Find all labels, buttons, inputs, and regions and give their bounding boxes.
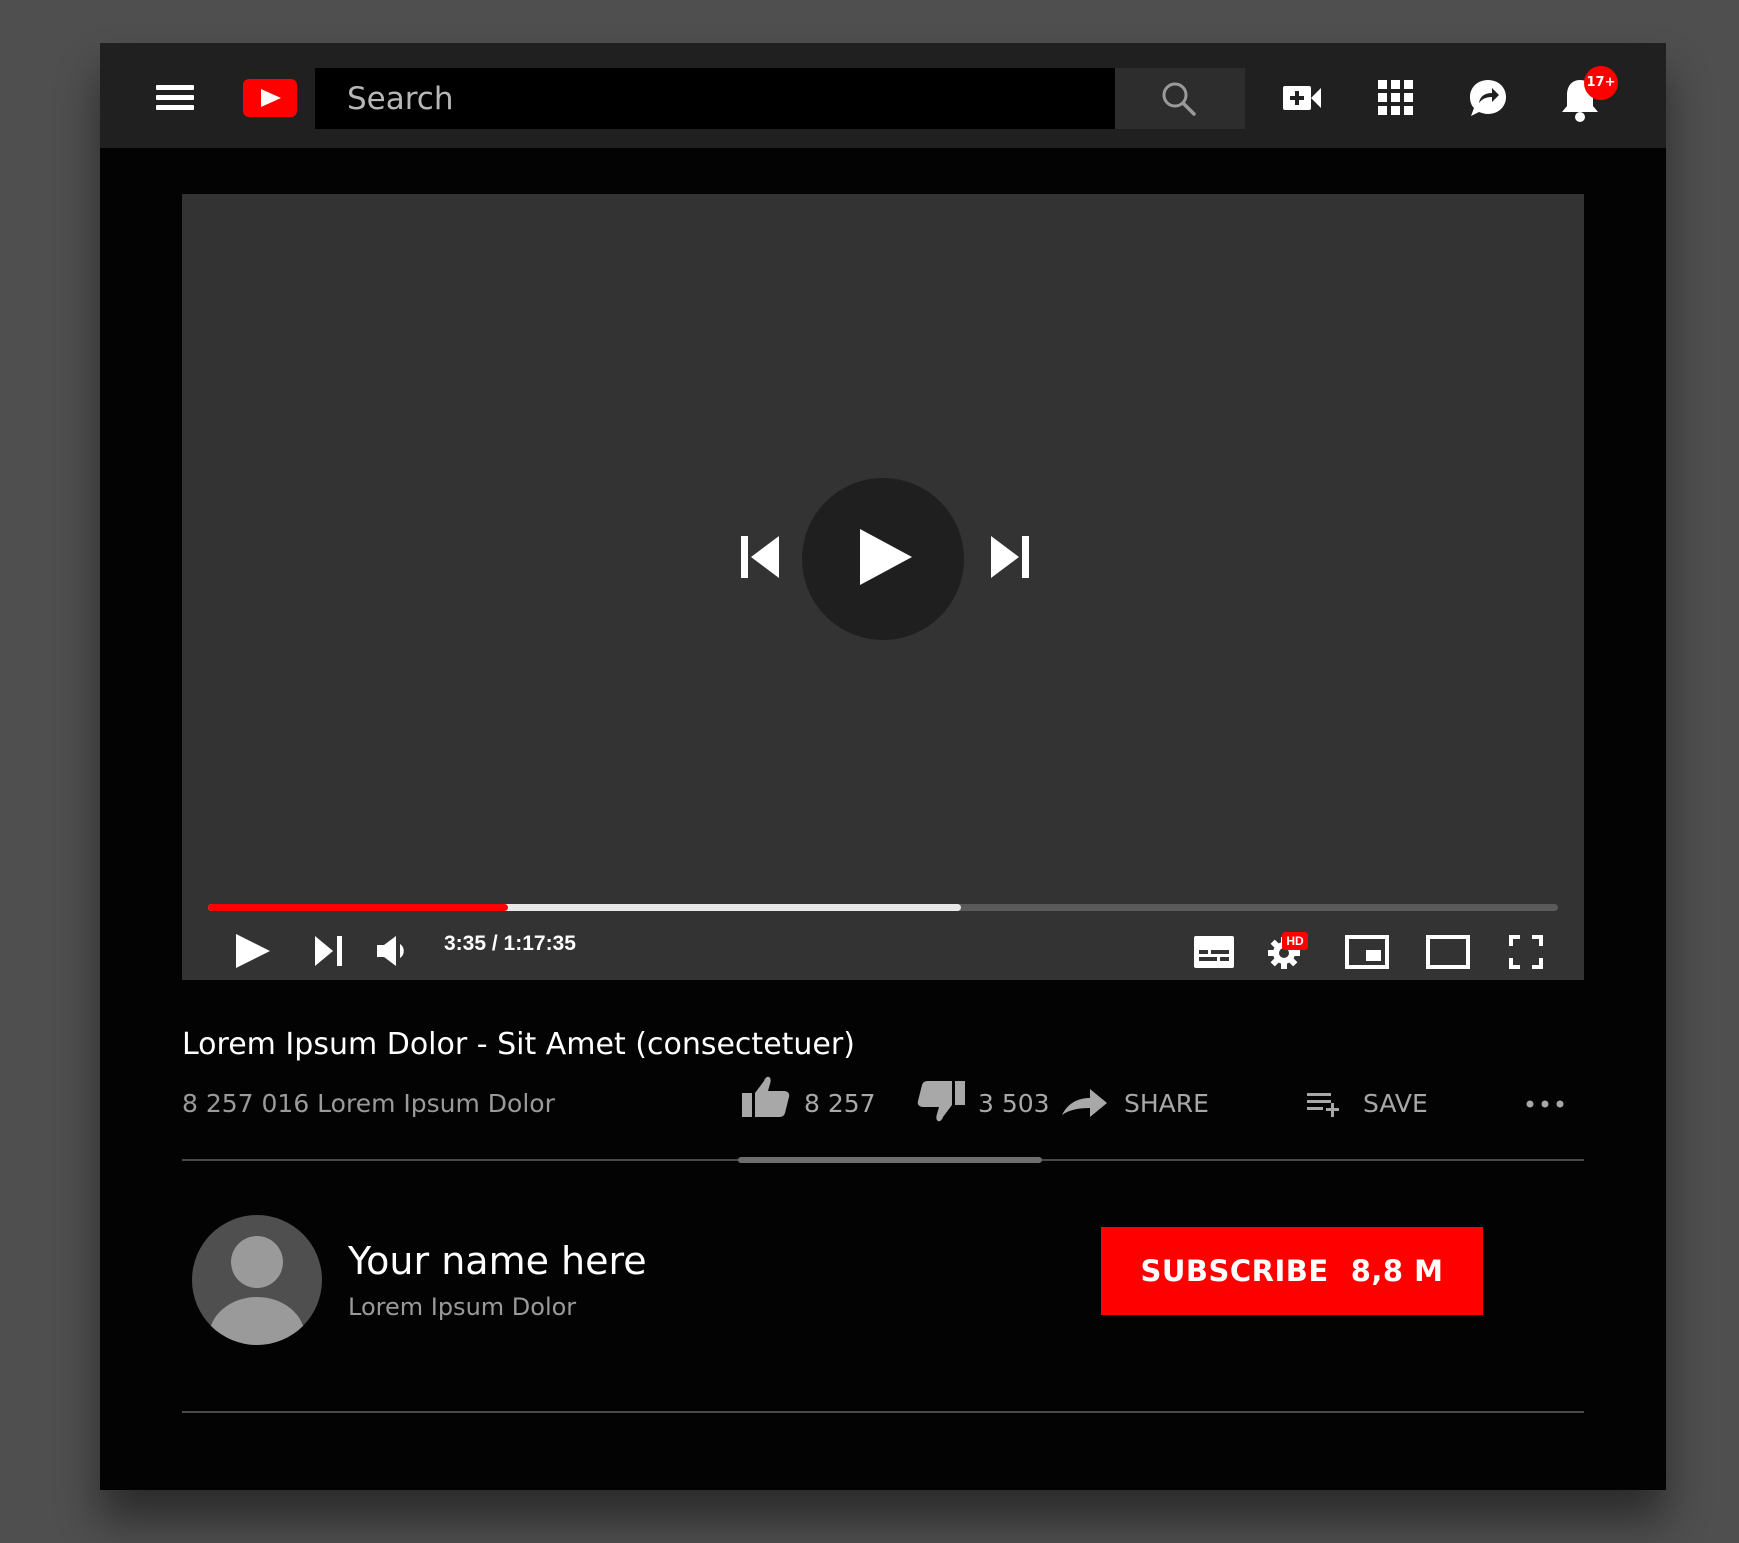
next-video-icon[interactable] xyxy=(987,534,1031,584)
volume-button[interactable] xyxy=(377,936,413,970)
save-label: SAVE xyxy=(1363,1089,1428,1118)
fullscreen-button[interactable] xyxy=(1509,935,1543,973)
more-actions-button[interactable] xyxy=(1525,1075,1571,1125)
save-button[interactable]: SAVE xyxy=(1307,1075,1437,1125)
play-button[interactable] xyxy=(236,934,270,972)
avatar[interactable] xyxy=(192,1215,322,1345)
previous-video-icon[interactable] xyxy=(739,534,783,584)
miniplayer-button[interactable] xyxy=(1345,935,1389,973)
subtitles-button[interactable] xyxy=(1194,936,1234,972)
playlist-add-icon xyxy=(1307,1093,1339,1117)
divider-highlight xyxy=(738,1157,1042,1163)
app-window: 17+ xyxy=(100,43,1666,1490)
search-button[interactable] xyxy=(1115,68,1245,129)
apps-grid-icon[interactable] xyxy=(1374,76,1418,120)
theater-mode-icon xyxy=(1426,935,1470,969)
search-icon xyxy=(1162,82,1196,116)
messages-icon[interactable] xyxy=(1466,76,1510,120)
channel-subtitle: Lorem Ipsum Dolor xyxy=(348,1293,577,1321)
share-button[interactable]: SHARE xyxy=(1062,1075,1222,1125)
skip-next-icon xyxy=(315,936,342,966)
subscribe-label: SUBSCRIBE xyxy=(1140,1254,1329,1288)
subtitles-icon xyxy=(1194,936,1234,968)
youtube-logo[interactable] xyxy=(243,79,297,117)
video-player[interactable]: 3:35 / 1:17:35 HD xyxy=(182,194,1584,980)
subscribe-button[interactable]: SUBSCRIBE 8,8 M xyxy=(1101,1227,1483,1315)
play-icon xyxy=(860,529,912,585)
hd-badge: HD xyxy=(1282,932,1308,950)
center-play-button[interactable] xyxy=(802,478,964,640)
next-button[interactable] xyxy=(315,936,343,970)
like-count: 8 257 xyxy=(804,1089,876,1118)
fullscreen-icon xyxy=(1509,935,1543,969)
hamburger-menu-icon[interactable] xyxy=(156,85,194,111)
progress-bar[interactable] xyxy=(208,904,1558,911)
time-display: 3:35 / 1:17:35 xyxy=(444,932,576,955)
channel-name[interactable]: Your name here xyxy=(348,1239,647,1283)
subscriber-count: 8,8 M xyxy=(1350,1254,1444,1288)
thumbs-down-icon xyxy=(917,1081,965,1122)
top-bar: 17+ xyxy=(100,43,1666,148)
play-icon xyxy=(236,934,270,968)
user-icon xyxy=(209,1236,305,1345)
view-count: 8 257 016 Lorem Ipsum Dolor xyxy=(182,1089,555,1118)
share-label: SHARE xyxy=(1124,1089,1209,1118)
create-video-icon[interactable] xyxy=(1281,76,1325,120)
more-horizontal-icon xyxy=(1526,1100,1564,1108)
theater-mode-button[interactable] xyxy=(1426,935,1470,973)
dislike-count: 3 503 xyxy=(978,1089,1050,1118)
thumbs-up-icon xyxy=(742,1076,790,1117)
dislike-button[interactable]: 3 503 xyxy=(917,1075,1057,1125)
played-bar xyxy=(208,904,508,911)
miniplayer-icon xyxy=(1345,935,1389,969)
notification-badge: 17+ xyxy=(1584,66,1618,100)
like-button[interactable]: 8 257 xyxy=(742,1075,882,1125)
video-title: Lorem Ipsum Dolor - Sit Amet (consectetu… xyxy=(182,1027,855,1062)
speaker-icon xyxy=(377,936,404,966)
search-input[interactable] xyxy=(315,68,1115,129)
share-arrow-icon xyxy=(1062,1089,1107,1117)
channel-divider xyxy=(182,1411,1584,1413)
